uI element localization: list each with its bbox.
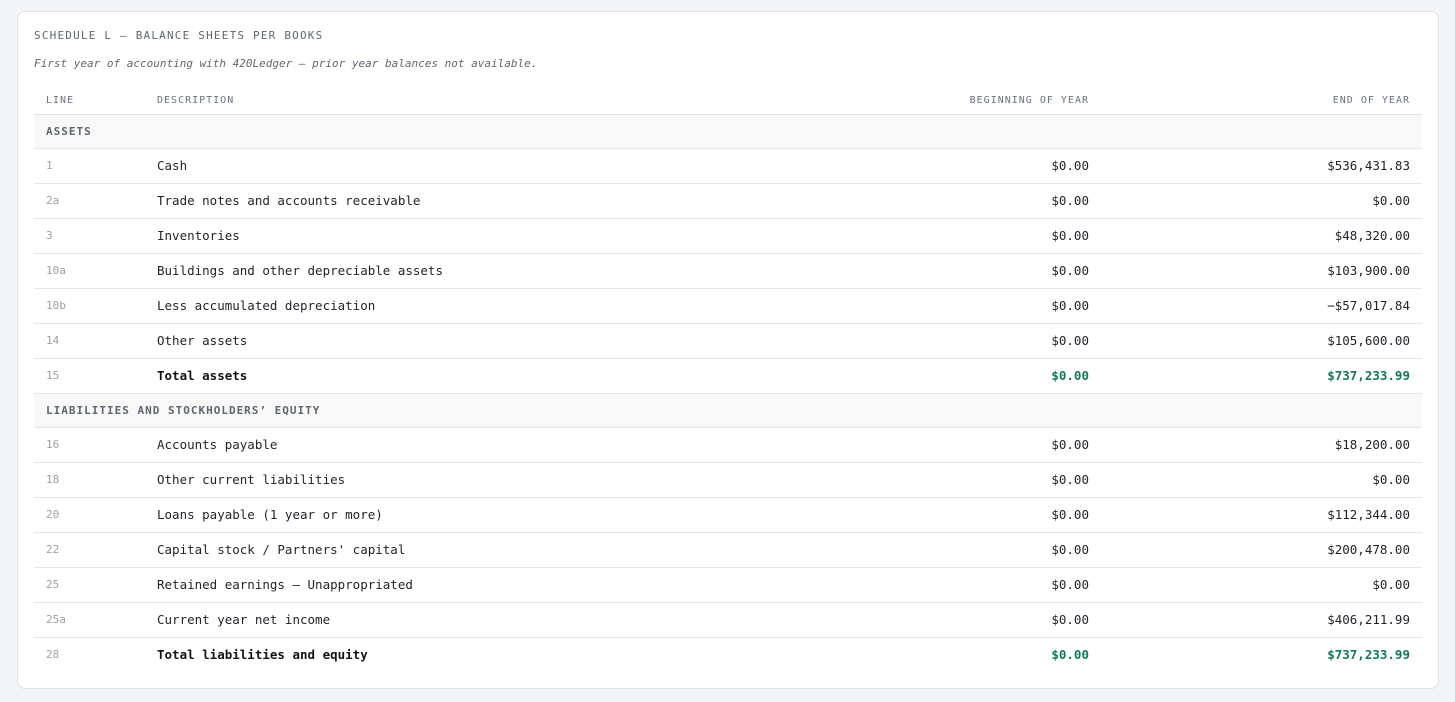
table-row: 10b Less accumulated depreciation $0.00 −$5… [34, 288, 1422, 324]
table-row: 2a Trade notes and accounts receivable $0.… [34, 183, 1422, 219]
end-of-year-cell: $536,431.83 [1101, 148, 1422, 184]
column-header-description: DESCRIPTION [145, 87, 845, 115]
beginning-of-year-cell: $0.00 [845, 253, 1101, 289]
description-cell: Total liabilities and equity [157, 647, 368, 663]
card-title: SCHEDULE L — BALANCE SHEETS PER BOOKS [34, 29, 324, 42]
line-number-cell: 2a [34, 183, 145, 219]
column-header-line: LINE [34, 87, 145, 115]
beginning-of-year-cell: $0.00 [845, 497, 1101, 533]
line-number-cell: 18 [34, 462, 145, 498]
line-number-cell: 3 [34, 218, 145, 254]
description-cell: Other current liabilities [145, 462, 845, 498]
line-number-cell: 22 [34, 532, 145, 568]
section-title: ASSETS [34, 114, 1422, 149]
beginning-of-year-cell: $0.00 [845, 427, 1101, 463]
description-cell: Accounts payable [145, 427, 845, 463]
description-cell: Buildings and other depreciable assets [145, 253, 845, 289]
end-of-year-cell: $18,200.00 [1101, 427, 1422, 463]
table-row: 25a Current year net income $0.00 $406,211.… [34, 602, 1422, 638]
total-row: 28 Total liabilities and equity $0.00 $737,… [34, 637, 1422, 672]
table-row: 16 Accounts payable $0.00 $18,200.00 [34, 427, 1422, 463]
table-row: 1 Cash $0.00 $536,431.83 [34, 148, 1422, 184]
beginning-of-year-cell: $0.00 [1051, 647, 1089, 663]
beginning-of-year-cell: $0.00 [845, 323, 1101, 359]
end-of-year-cell: $737,233.99 [1101, 358, 1422, 394]
line-number-cell: 14 [34, 323, 145, 359]
table-row: 20 Loans payable (1 year or more) $0.00 $11… [34, 497, 1422, 533]
description-cell: Total assets [145, 358, 845, 394]
description-cell: Loans payable (1 year or more) [145, 497, 845, 533]
end-of-year-cell: $0.00 [1101, 183, 1422, 219]
description-cell: Trade notes and accounts receivable [145, 183, 845, 219]
table-row: 25 Retained earnings — Unappropriated $0.0… [34, 567, 1422, 603]
line-number-cell: 15 [34, 358, 145, 394]
end-of-year-cell: $737,233.99 [1327, 647, 1410, 663]
line-number-cell: 1 [34, 148, 145, 184]
beginning-of-year-cell: $0.00 [845, 218, 1101, 254]
total-row: 15 Total assets $0.00 $737,233.99 [34, 358, 1422, 394]
schedule-l-card: SCHEDULE L — BALANCE SHEETS PER BOOKS Fi… [17, 11, 1439, 689]
end-of-year-cell: $103,900.00 [1101, 253, 1422, 289]
section-header: ASSETS [34, 114, 1422, 149]
section-title: LIABILITIES AND STOCKHOLDERS’ EQUITY [34, 392, 1422, 428]
table-row: 22 Capital stock / Partners' capital $0.00… [34, 532, 1422, 568]
balance-sheet-table: LINE DESCRIPTION BEGINNING OF YEAR END O… [34, 87, 1422, 672]
description-cell: Other assets [145, 323, 845, 359]
end-of-year-cell: $0.00 [1101, 462, 1422, 498]
end-of-year-cell: $48,320.00 [1101, 218, 1422, 254]
description-cell: Capital stock / Partners' capital [145, 532, 845, 568]
prior-year-note: First year of accounting with 420Ledger … [34, 57, 538, 70]
beginning-of-year-cell: $0.00 [845, 183, 1101, 219]
table-row: 3 Inventories $0.00 $48,320.00 [34, 218, 1422, 254]
description-cell: Retained earnings — Unappropriated [145, 567, 845, 603]
table-row: 18 Other current liabilities $0.00 $0.00 [34, 462, 1422, 498]
end-of-year-cell: −$57,017.84 [1101, 288, 1422, 324]
description-cell: Inventories [145, 218, 845, 254]
beginning-of-year-cell: $0.00 [845, 602, 1101, 638]
line-number-cell: 16 [34, 427, 145, 463]
line-number-cell: 20 [34, 497, 145, 533]
beginning-of-year-cell: $0.00 [845, 148, 1101, 184]
table-header: LINE DESCRIPTION BEGINNING OF YEAR END O… [34, 87, 1422, 115]
end-of-year-cell: $105,600.00 [1101, 323, 1422, 359]
description-cell: Cash [145, 148, 845, 184]
end-of-year-cell: $200,478.00 [1101, 532, 1422, 568]
table-body: ASSETS 1 Cash $0.00 $536,431.83 2a Trade notes… [34, 114, 1422, 672]
table-row: 14 Other assets $0.00 $105,600.00 [34, 323, 1422, 359]
end-of-year-cell: $406,211.99 [1101, 602, 1422, 638]
column-header-end-of-year: END OF YEAR [1101, 87, 1422, 115]
section-header: LIABILITIES AND STOCKHOLDERS’ EQUITY [34, 392, 1422, 428]
end-of-year-cell: $112,344.00 [1101, 497, 1422, 533]
line-number-cell: 25a [34, 602, 145, 638]
column-header-beginning-of-year: BEGINNING OF YEAR [845, 87, 1101, 115]
end-of-year-cell: $0.00 [1101, 567, 1422, 603]
line-number-cell: 10a [34, 253, 145, 289]
line-number-cell: 25 [34, 567, 145, 603]
beginning-of-year-cell: $0.00 [845, 462, 1101, 498]
beginning-of-year-cell: $0.00 [845, 358, 1101, 394]
beginning-of-year-cell: $0.00 [845, 288, 1101, 324]
table-row: 10a Buildings and other depreciable asset… [34, 253, 1422, 289]
beginning-of-year-cell: $0.00 [845, 567, 1101, 603]
description-cell: Current year net income [145, 602, 845, 638]
beginning-of-year-cell: $0.00 [845, 532, 1101, 568]
line-number-cell: 10b [34, 288, 145, 324]
description-cell: Less accumulated depreciation [145, 288, 845, 324]
line-number-cell: 28 [46, 648, 60, 662]
